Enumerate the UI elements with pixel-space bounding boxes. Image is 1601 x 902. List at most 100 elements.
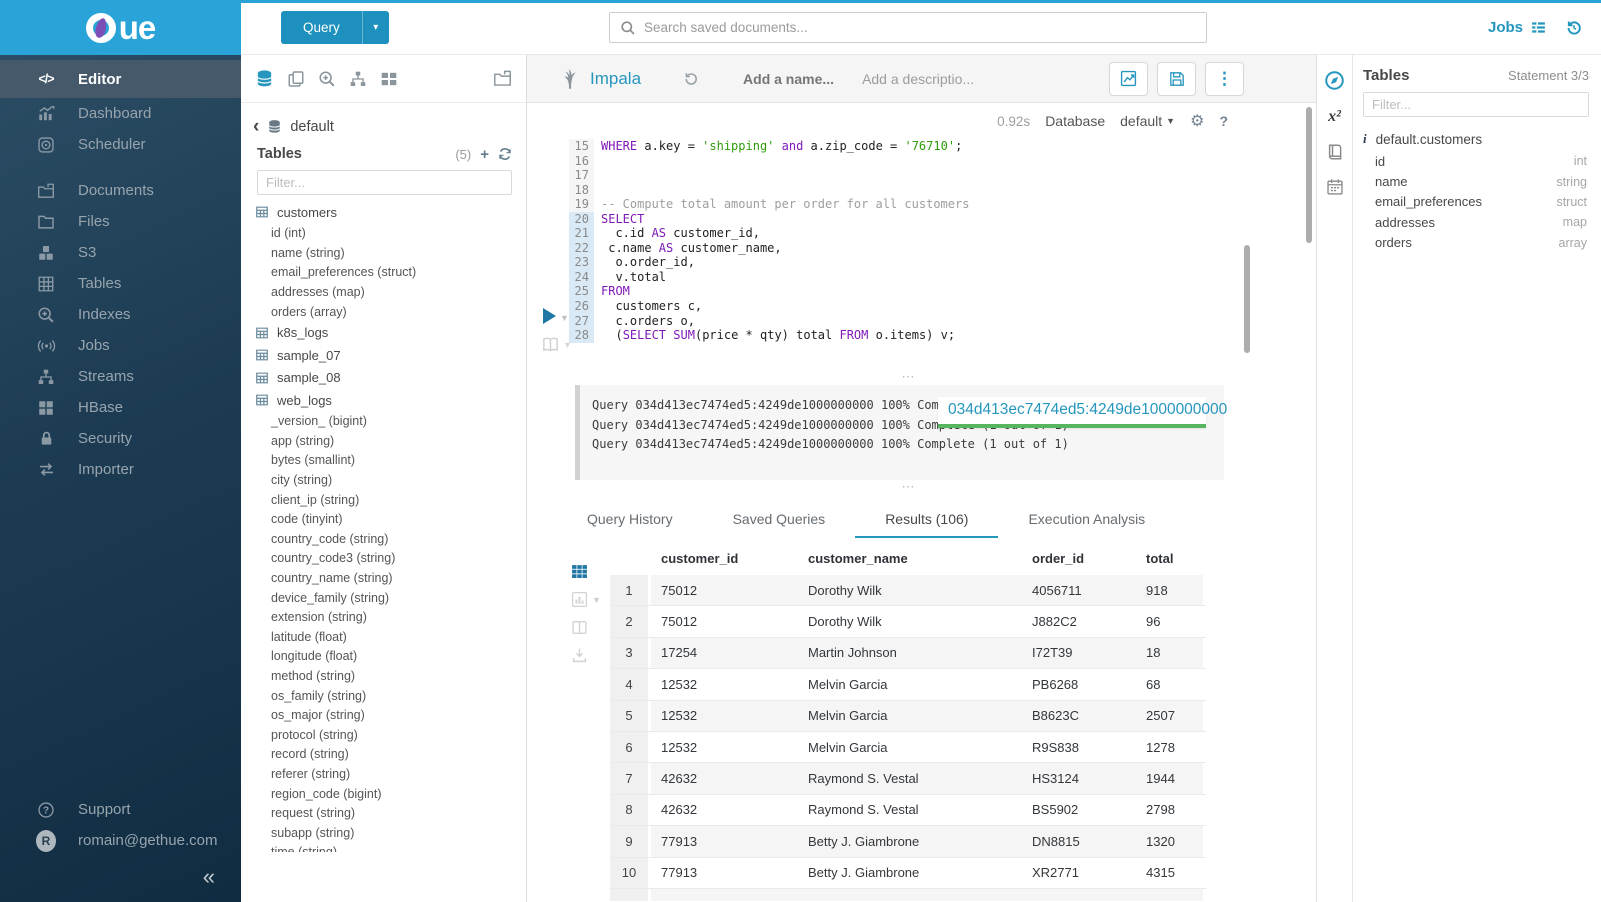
column-header-order_id[interactable]: order_id <box>1022 541 1136 575</box>
right-filter-input[interactable] <box>1363 92 1589 117</box>
editor-scrollbar[interactable] <box>1244 245 1250 353</box>
execute-button[interactable] <box>543 308 556 324</box>
chart-options-caret[interactable]: ▼ <box>592 595 601 605</box>
assist-filter-input[interactable] <box>257 170 512 195</box>
resize-grip-top[interactable]: ⋯ <box>879 373 939 381</box>
sidebar-item-scheduler[interactable]: Scheduler <box>0 129 241 160</box>
assist-column[interactable]: referer (string) <box>241 764 526 784</box>
documents-copy-icon[interactable] <box>287 70 305 88</box>
assist-column[interactable]: bytes (smallint) <box>241 451 526 471</box>
assist-column[interactable]: request (string) <box>241 803 526 823</box>
assist-table-customers[interactable]: customers <box>241 201 526 224</box>
assist-column[interactable]: orders (array) <box>241 302 526 322</box>
tab-execution-analysis[interactable]: Execution Analysis <box>998 503 1175 538</box>
column-header-customer_id[interactable]: customer_id <box>651 541 798 575</box>
resize-grip-bottom[interactable]: ⋯ <box>879 483 939 491</box>
query-name-field[interactable]: Add a name... <box>743 71 834 87</box>
sidebar-item-indexes[interactable]: Indexes <box>0 299 241 330</box>
sidebar-item-files[interactable]: Files <box>0 206 241 237</box>
sidebar-item-user[interactable]: R romain@gethue.com <box>0 825 241 856</box>
schedule-calendar-icon[interactable] <box>1326 178 1344 196</box>
assist-column[interactable]: latitude (float) <box>241 627 526 647</box>
assist-column[interactable]: protocol (string) <box>241 725 526 745</box>
help-icon[interactable]: ? <box>1219 113 1228 129</box>
chart-view-icon[interactable]: ▼ <box>571 591 601 608</box>
assist-column[interactable]: method (string) <box>241 666 526 686</box>
sidebar-collapse-icon[interactable]: « <box>203 866 215 888</box>
assist-table-k8s_logs[interactable]: k8s_logs <box>241 321 526 344</box>
engine-title[interactable]: Impala <box>590 69 641 89</box>
sidebar-item-hbase[interactable]: HBase <box>0 392 241 423</box>
search-plus-icon[interactable] <box>318 70 336 88</box>
folder-documents-icon[interactable] <box>493 69 512 88</box>
sidebar-item-s3[interactable]: S3 <box>0 237 241 268</box>
sidebar-item-editor[interactable]: </>Editor <box>0 60 241 98</box>
execute-options-caret[interactable]: ▼ <box>560 313 569 323</box>
settings-gear-icon[interactable]: ⚙ <box>1190 111 1204 131</box>
active-table-row[interactable]: i default.customers <box>1353 127 1601 151</box>
right-column-addresses[interactable]: addressesmap <box>1353 212 1601 232</box>
assist-column[interactable]: device_family (string) <box>241 588 526 608</box>
assist-column[interactable]: name (string) <box>241 243 526 263</box>
assist-column[interactable]: os_family (string) <box>241 686 526 706</box>
column-header-customer_name[interactable]: customer_name <box>798 541 1022 575</box>
assist-column[interactable]: region_code (bigint) <box>241 784 526 804</box>
sidebar-item-importer[interactable]: Importer <box>0 454 241 485</box>
sql-editor[interactable]: 15WHERE a.key = 'shipping' and a.zip_cod… <box>527 139 1316 364</box>
download-icon[interactable] <box>571 647 588 664</box>
assist-column[interactable]: id (int) <box>241 224 526 244</box>
book-options-caret[interactable]: ▼ <box>563 340 572 350</box>
language-reference-icon[interactable] <box>1326 143 1344 161</box>
columns-view-icon[interactable] <box>571 619 588 636</box>
assist-column[interactable]: time (string) <box>241 843 526 852</box>
assist-column[interactable]: app (string) <box>241 431 526 451</box>
refresh-icon[interactable] <box>498 147 512 161</box>
assist-column[interactable]: code (tinyint) <box>241 509 526 529</box>
global-search[interactable] <box>609 12 1207 43</box>
right-column-id[interactable]: idint <box>1353 151 1601 171</box>
assist-column[interactable]: city (string) <box>241 470 526 490</box>
assist-table-web_logs[interactable]: web_logs <box>241 389 526 412</box>
assist-column[interactable]: subapp (string) <box>241 823 526 843</box>
assist-column[interactable]: os_major (string) <box>241 705 526 725</box>
column-header-total[interactable]: total <box>1136 541 1203 575</box>
right-column-name[interactable]: namestring <box>1353 171 1601 191</box>
functions-icon[interactable]: x² <box>1328 108 1341 126</box>
explorer-compass-icon[interactable] <box>1324 70 1345 91</box>
assist-table-sample_08[interactable]: sample_08 <box>241 366 526 389</box>
sidebar-item-support[interactable]: ? Support <box>0 794 241 825</box>
sidebar-item-tables[interactable]: Tables <box>0 268 241 299</box>
grid-view-icon[interactable] <box>571 563 588 580</box>
right-column-email_preferences[interactable]: email_preferencesstruct <box>1353 192 1601 212</box>
more-actions-button[interactable]: ⋮ <box>1205 62 1244 96</box>
sidebar-item-documents[interactable]: Documents <box>0 175 241 206</box>
add-table-icon[interactable]: + <box>480 147 489 162</box>
query-description-field[interactable]: Add a descriptio... <box>862 71 974 87</box>
book-open-icon[interactable] <box>541 336 560 353</box>
tab-saved-queries[interactable]: Saved Queries <box>703 503 856 538</box>
database-selector[interactable]: default▼ <box>1120 113 1175 129</box>
query-button-label[interactable]: Query <box>281 11 362 44</box>
assist-column[interactable]: record (string) <box>241 745 526 765</box>
assist-column[interactable]: addresses (map) <box>241 282 526 302</box>
tab-query-history[interactable]: Query History <box>557 503 703 538</box>
sidebar-item-jobs[interactable]: Jobs <box>0 330 241 361</box>
search-input[interactable] <box>644 20 1196 35</box>
query-dropdown-caret[interactable]: ▾ <box>362 11 389 44</box>
assist-table-sample_07[interactable]: sample_07 <box>241 344 526 367</box>
panel-scrollbar[interactable] <box>1306 107 1312 243</box>
tab-results-106[interactable]: Results (106) <box>855 503 998 538</box>
hue-logo[interactable]: ue <box>0 0 241 55</box>
sidebar-item-dashboard[interactable]: Dashboard <box>0 98 241 129</box>
right-column-orders[interactable]: ordersarray <box>1353 233 1601 253</box>
sitemap-icon[interactable] <box>349 70 367 88</box>
current-database[interactable]: default <box>290 119 334 135</box>
assist-column[interactable]: longitude (float) <box>241 647 526 667</box>
save-button[interactable] <box>1157 62 1196 96</box>
apps-grid-icon[interactable] <box>380 70 398 88</box>
new-query-button[interactable]: Query ▾ <box>281 11 389 44</box>
assist-column[interactable]: country_code (string) <box>241 529 526 549</box>
jobs-link[interactable]: Jobs <box>1488 19 1547 36</box>
assist-column[interactable]: country_code3 (string) <box>241 549 526 569</box>
assist-column[interactable]: _version_ (bigint) <box>241 411 526 431</box>
